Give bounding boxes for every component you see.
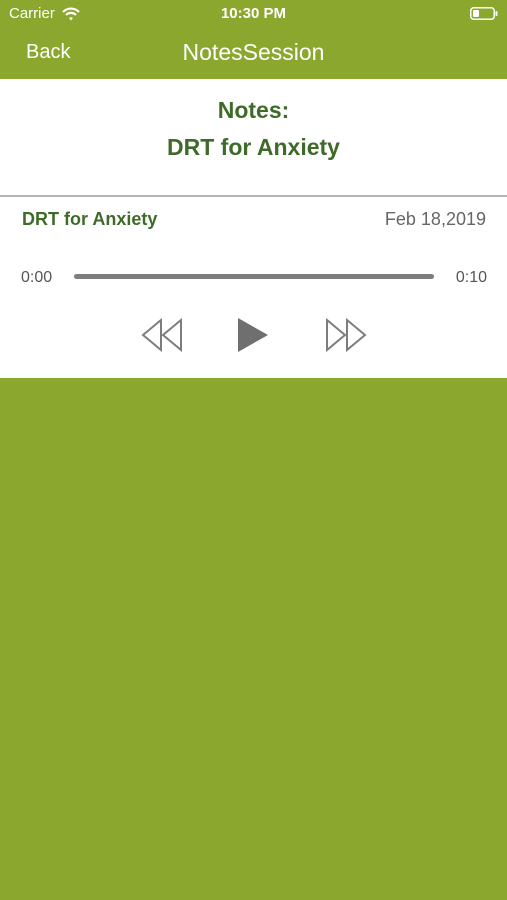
play-icon (238, 318, 268, 352)
session-title: DRT for Anxiety (22, 209, 158, 229)
fast-forward-button[interactable] (324, 317, 368, 353)
notes-session-name: DRT for Anxiety (167, 134, 340, 160)
notes-header: Notes: DRT for Anxiety (0, 79, 507, 195)
progress-slider[interactable] (74, 274, 434, 279)
rewind-icon (141, 317, 182, 353)
current-time: 0:00 (21, 269, 53, 286)
status-time: 10:30 PM (220, 5, 287, 22)
fast-forward-icon (326, 317, 367, 353)
session-date: Feb 18,2019 (384, 209, 486, 229)
status-bar: Carrier 10:30 PM (0, 0, 507, 28)
audio-player: DRT for Anxiety Feb 18,2019 0:00 0:10 (0, 197, 507, 378)
duration-time: 0:10 (455, 269, 487, 286)
notes-heading: Notes: (217, 97, 290, 123)
play-button[interactable] (236, 316, 270, 354)
notes-session-screen: Carrier 10:30 PM Back NotesSession Notes… (0, 0, 507, 900)
battery-icon (470, 7, 498, 20)
nav-title: NotesSession (182, 39, 325, 65)
rewind-button[interactable] (140, 317, 184, 353)
navigation-bar: Back NotesSession (0, 28, 507, 79)
